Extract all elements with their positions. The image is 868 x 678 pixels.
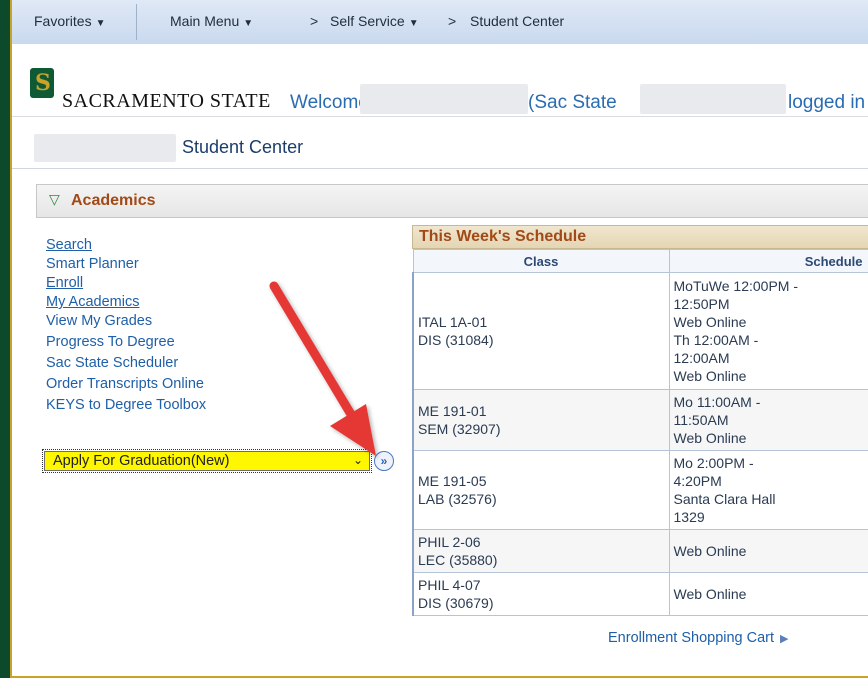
logo-text: SACRAMENTO STATE	[62, 90, 271, 112]
top-nav-bar: Favorites ▼ Main Menu ▼ > Self Service ▼ > …	[12, 0, 868, 45]
schedule-line: 12:50PM	[673, 296, 730, 312]
header-banner: S SACRAMENTO STATE Welcome, (Sac State l…	[12, 44, 868, 117]
schedule-line: Web Online	[673, 314, 747, 330]
my-academics-link[interactable]: My Academics	[46, 293, 206, 312]
weekly-schedule-panel: This Week's Schedule Class Schedule ITAL…	[412, 225, 868, 616]
main-menu-label: Main Menu	[170, 13, 240, 29]
table-row: ME 191-01 SEM (32907) Mo 11:00AM - 11:50…	[412, 389, 868, 451]
caret-down-icon: ▼	[95, 18, 106, 29]
class-code: ITAL 1A-01	[418, 314, 488, 330]
redacted-name	[360, 84, 528, 114]
self-service-menu[interactable]: Self Service ▼	[330, 13, 419, 29]
breadcrumb-separator: >	[448, 13, 457, 29]
cart-link-text: Enrollment Shopping Cart	[608, 630, 775, 646]
keys-to-degree-link[interactable]: KEYS to Degree Toolbox	[46, 396, 206, 415]
my-academics-link-text: My Academics	[46, 294, 140, 310]
table-row: PHIL 2-06 LEC (35880) Web Online	[412, 529, 868, 573]
main-menu[interactable]: Main Menu ▼	[170, 13, 253, 29]
class-code: PHIL 2-06	[418, 534, 481, 550]
logged-in-text: logged in	[788, 92, 866, 113]
academics-label: Academics	[71, 192, 156, 209]
search-link-text: Search	[46, 237, 92, 253]
schedule-cell: MoTuWe 12:00PM - 12:50PM Web Online Th 1…	[668, 272, 868, 390]
table-row: ME 191-05 LAB (32576) Mo 2:00PM - 4:20PM…	[412, 450, 868, 530]
order-transcripts-link[interactable]: Order Transcripts Online	[46, 375, 206, 394]
triangle-right-icon: ▶	[780, 633, 789, 645]
redacted-id	[640, 84, 786, 114]
schedule-line: MoTuWe 12:00PM -	[673, 278, 799, 294]
class-cell: ME 191-05 LAB (32576)	[412, 450, 670, 530]
schedule-line: Web Online	[673, 543, 747, 559]
sac-state-scheduler-link[interactable]: Sac State Scheduler	[46, 354, 206, 373]
class-column-header: Class	[412, 249, 670, 273]
page-title: Student Center	[182, 137, 304, 157]
schedule-line: 1329	[673, 509, 705, 525]
class-cell: PHIL 2-06 LEC (35880)	[412, 529, 670, 573]
schedule-column-header: Schedule	[668, 249, 868, 273]
sac-state-text: (Sac State	[528, 92, 617, 113]
schedule-line: 11:50AM	[673, 412, 729, 428]
schedule-line: 4:20PM	[673, 473, 722, 489]
enroll-link-text: Enroll	[46, 275, 84, 291]
schedule-title: This Week's Schedule	[412, 225, 868, 249]
nav-divider	[136, 4, 137, 40]
sac-state-logo-icon: S	[30, 68, 54, 98]
schedule-header-row: Class Schedule	[412, 249, 868, 273]
schedule-line: Mo 2:00PM -	[673, 455, 754, 471]
favorites-menu[interactable]: Favorites ▼	[34, 13, 105, 29]
browser-frame: Favorites ▼ Main Menu ▼ > Self Service ▼ > …	[10, 0, 868, 678]
table-row: PHIL 4-07 DIS (30679) Web Online	[412, 572, 868, 616]
schedule-line: Web Online	[673, 368, 747, 384]
schedule-cell: Mo 2:00PM - 4:20PM Santa Clara Hall 1329	[668, 450, 868, 530]
progress-to-degree-link[interactable]: Progress To Degree	[46, 333, 206, 352]
collapse-triangle-icon[interactable]: ▽	[49, 191, 60, 208]
schedule-cell: Web Online	[668, 529, 868, 573]
academics-section-header[interactable]: ▽ Academics	[36, 184, 868, 218]
caret-down-icon: ▼	[408, 18, 419, 29]
schedule-cell: Web Online	[668, 572, 868, 616]
schedule-line: Santa Clara Hall	[673, 491, 776, 507]
class-section: LEC (35880)	[418, 552, 498, 568]
smart-planner-link[interactable]: Smart Planner	[46, 255, 206, 274]
class-cell: PHIL 4-07 DIS (30679)	[412, 572, 670, 616]
class-cell: ITAL 1A-01 DIS (31084)	[412, 272, 670, 390]
class-section: LAB (32576)	[418, 491, 497, 507]
table-row: ITAL 1A-01 DIS (31084) MoTuWe 12:00PM - …	[412, 272, 868, 390]
schedule-cell: Mo 11:00AM - 11:50AM Web Online	[668, 389, 868, 451]
class-section: DIS (31084)	[418, 332, 494, 348]
class-code: ME 191-05	[418, 473, 487, 489]
academics-links: Search Smart Planner Enroll My Academics…	[46, 236, 206, 415]
search-link[interactable]: Search	[46, 236, 206, 255]
caret-down-icon: ▼	[243, 18, 254, 29]
self-service-label: Self Service	[330, 13, 405, 29]
redacted-student-name	[34, 134, 176, 162]
schedule-line: Mo 11:00AM -	[673, 394, 761, 410]
class-cell: ME 191-01 SEM (32907)	[412, 389, 670, 451]
class-code: ME 191-01	[418, 403, 487, 419]
class-section: SEM (32907)	[418, 421, 501, 437]
enrollment-shopping-cart-link[interactable]: Enrollment Shopping Cart ▶	[608, 630, 789, 646]
class-section: DIS (30679)	[418, 595, 494, 611]
schedule-line: Th 12:00AM -	[673, 332, 759, 348]
schedule-table: Class Schedule ITAL 1A-01 DIS (31084) Mo…	[412, 249, 868, 616]
breadcrumb-student-center[interactable]: Student Center	[470, 13, 564, 29]
title-row: Student Center	[12, 128, 868, 169]
select-value: Apply For Graduation(New)	[53, 453, 230, 469]
favorites-label: Favorites	[34, 13, 92, 29]
enroll-link[interactable]: Enroll	[46, 274, 206, 293]
schedule-line: 12:00AM	[673, 350, 730, 366]
schedule-line: Web Online	[673, 586, 747, 602]
breadcrumb-separator: >	[310, 13, 319, 29]
view-my-grades-link[interactable]: View My Grades	[46, 312, 206, 331]
red-arrow-annotation	[269, 281, 376, 456]
class-code: PHIL 4-07	[418, 577, 481, 593]
schedule-line: Web Online	[673, 430, 747, 446]
